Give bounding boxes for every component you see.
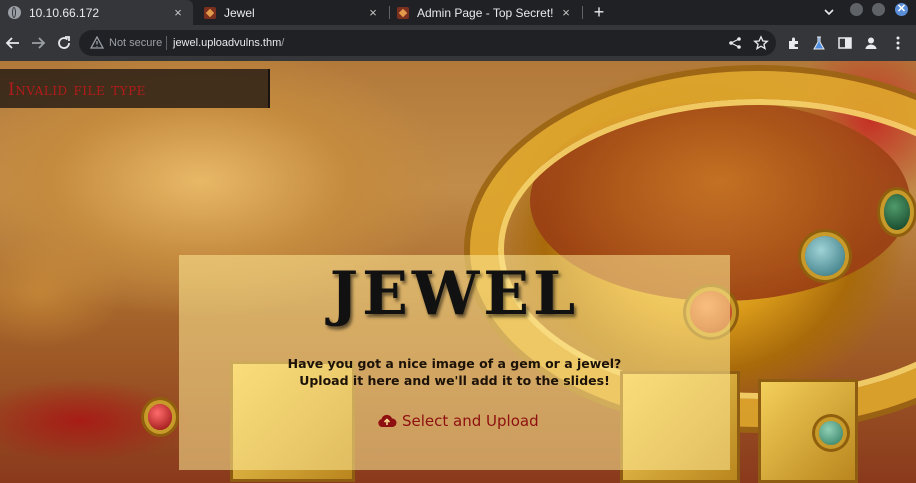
turquoise-gem-image	[819, 421, 843, 445]
profile-icon[interactable]	[863, 35, 879, 51]
tab-title: Jewel	[224, 5, 255, 20]
extensions-icon[interactable]	[786, 35, 802, 51]
emerald-gem-image	[884, 194, 910, 230]
security-label[interactable]: Not secure	[109, 37, 162, 49]
toast-message: Invalid file type	[8, 80, 146, 100]
page-viewport: Invalid file type JEWEL Have you got a n…	[0, 61, 916, 483]
reload-icon[interactable]	[55, 34, 73, 52]
address-bar[interactable]: Not secure jewel.uploadvulns.thm/	[79, 30, 776, 56]
cloud-upload-icon	[378, 414, 397, 427]
page-title: JEWEL	[329, 259, 580, 329]
tab-close-icon[interactable]: ×	[559, 5, 573, 20]
tab-title: 10.10.66.172	[29, 5, 100, 20]
share-icon[interactable]	[727, 35, 743, 51]
flask-extension-icon[interactable]	[811, 35, 827, 51]
kebab-menu-icon[interactable]	[890, 35, 906, 51]
browser-toolbar: Not secure jewel.uploadvulns.thm/	[0, 25, 916, 61]
turquoise-gem-image	[805, 236, 845, 276]
error-toast: Invalid file type	[0, 69, 270, 108]
upload-panel: JEWEL Have you got a nice image of a gem…	[179, 255, 730, 470]
new-tab-button[interactable]: +	[589, 2, 609, 22]
tab-close-icon[interactable]: ×	[171, 5, 185, 20]
tab-close-icon[interactable]: ×	[366, 5, 380, 20]
warning-icon[interactable]	[90, 36, 104, 50]
forward-arrow-icon[interactable]	[29, 34, 47, 52]
subtitle-line-2: Upload it here and we'll add it to the s…	[299, 373, 610, 388]
tab-ip[interactable]: 10.10.66.172 ×	[0, 0, 193, 25]
tab-separator	[582, 6, 583, 19]
tab-title: Admin Page - Top Secret!	[417, 5, 554, 20]
chevron-down-icon[interactable]	[822, 5, 836, 19]
ruby-gem-image	[148, 404, 172, 430]
globe-icon	[8, 6, 21, 19]
tab-strip: 10.10.66.172 × Jewel × Admin Page - Top …	[0, 0, 916, 25]
select-and-upload-button[interactable]: Select and Upload	[377, 412, 539, 430]
jewel-favicon	[397, 6, 409, 19]
url-text[interactable]: jewel.uploadvulns.thm/	[173, 37, 284, 49]
close-window-button[interactable]: ✕	[895, 3, 908, 16]
back-arrow-icon[interactable]	[4, 34, 22, 52]
address-divider	[166, 36, 167, 50]
background-plate	[758, 379, 858, 483]
sidebar-icon[interactable]	[837, 35, 853, 51]
upload-label: Select and Upload	[402, 412, 539, 430]
url-path: /	[281, 37, 285, 49]
minimize-button[interactable]	[850, 3, 863, 16]
url-host: jewel.uploadvulns.thm	[173, 37, 282, 49]
jewel-favicon	[204, 6, 216, 19]
subtitle-line-1: Have you got a nice image of a gem or a …	[287, 356, 622, 371]
maximize-button[interactable]	[872, 3, 885, 16]
tab-jewel[interactable]: Jewel ×	[196, 0, 390, 25]
tab-admin[interactable]: Admin Page - Top Secret! ×	[389, 0, 583, 25]
star-icon[interactable]	[753, 35, 769, 51]
